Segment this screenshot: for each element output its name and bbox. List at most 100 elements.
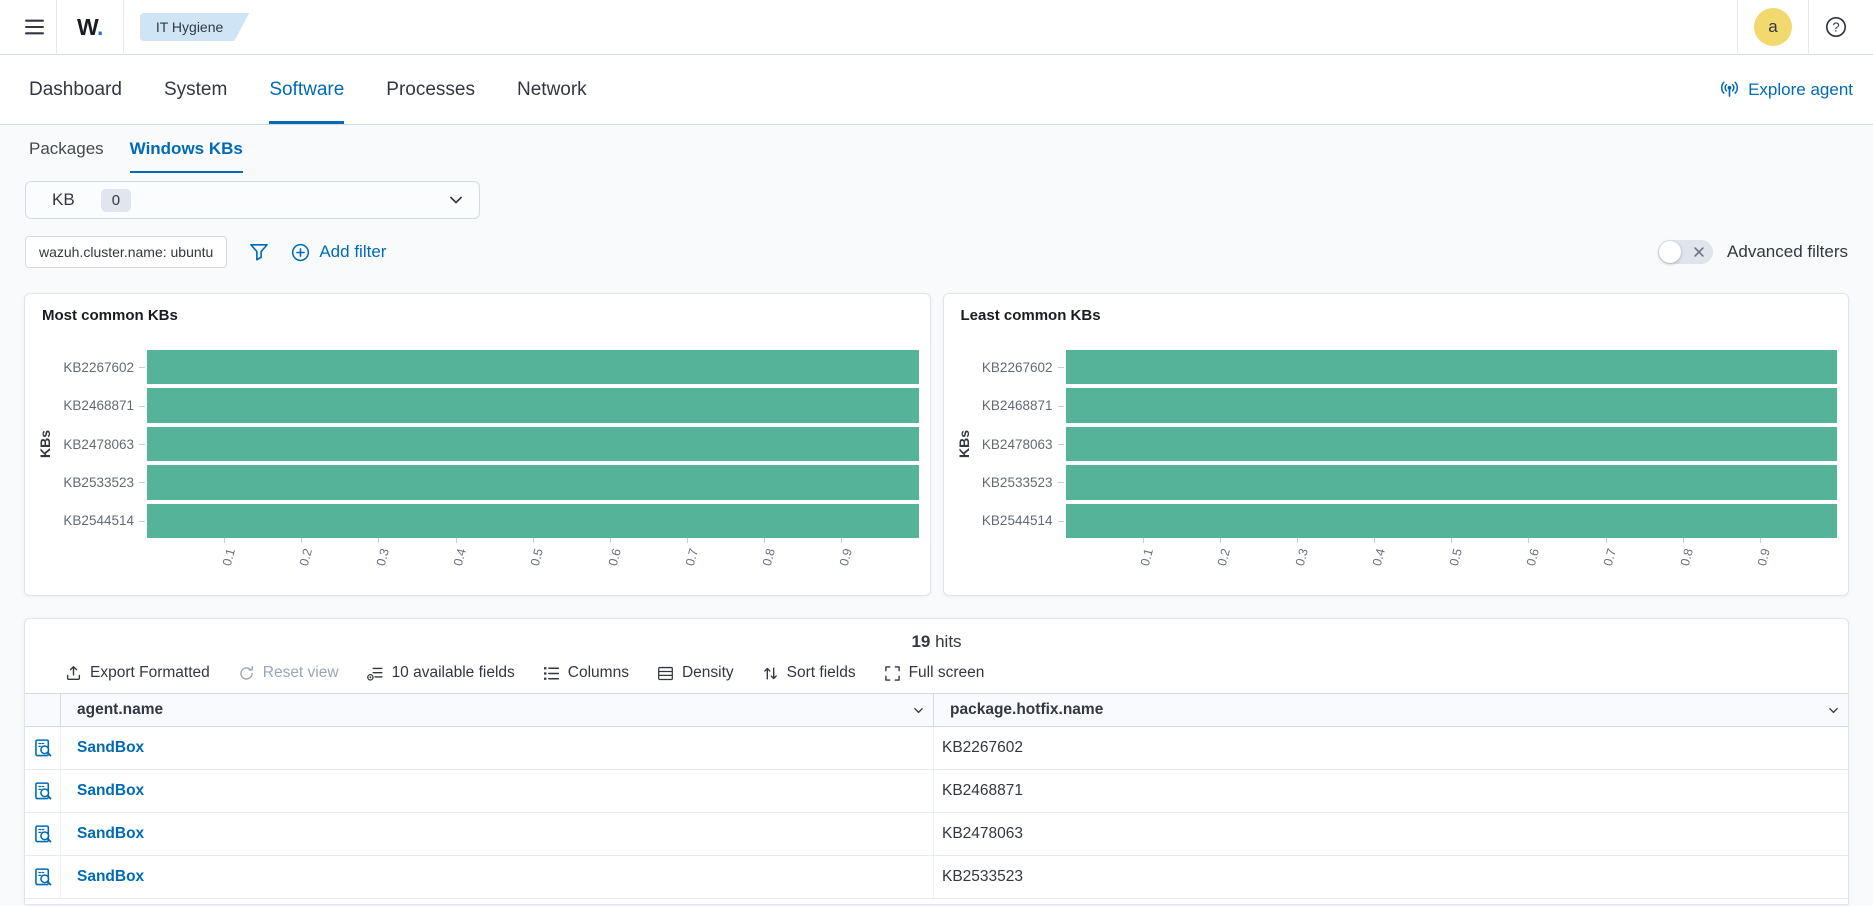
table-header-lead-cell bbox=[25, 694, 61, 726]
bar[interactable] bbox=[1066, 427, 1838, 461]
charts-row: Most common KBsKBsKB2267602KB2468871KB24… bbox=[24, 293, 1849, 596]
toggle-off-x-icon bbox=[1694, 247, 1704, 257]
axis-tick bbox=[1058, 482, 1064, 483]
bar[interactable] bbox=[147, 427, 919, 461]
inspect-document-button[interactable] bbox=[32, 738, 53, 759]
agent-name-link[interactable]: SandBox bbox=[77, 825, 144, 843]
kb-select-dropdown[interactable]: KB 0 bbox=[25, 181, 480, 219]
bar[interactable] bbox=[1066, 350, 1838, 384]
tab-network[interactable]: Network bbox=[517, 55, 587, 124]
axis-tick bbox=[1606, 538, 1607, 543]
toolbar-sort-fields-button[interactable]: Sort fields bbox=[762, 664, 856, 682]
tick-label: 0.9 bbox=[1755, 547, 1773, 567]
columns-icon bbox=[543, 665, 560, 682]
bar[interactable] bbox=[147, 465, 919, 499]
agent-name-link[interactable]: SandBox bbox=[77, 868, 144, 886]
advanced-filters-toggle[interactable] bbox=[1658, 240, 1713, 264]
density-icon bbox=[657, 665, 674, 682]
toolbar-label: Columns bbox=[568, 664, 629, 682]
toolbar-label: Full screen bbox=[909, 664, 985, 682]
hits-count: 19 hits bbox=[25, 619, 1848, 655]
top-header: W. IT Hygiene a ? bbox=[0, 0, 1873, 55]
subtab-windows-kbs[interactable]: Windows KBs bbox=[130, 125, 243, 173]
tick-label: 0.1 bbox=[220, 547, 238, 567]
toolbar-export-formatted-button[interactable]: Export Formatted bbox=[65, 664, 210, 682]
toolbar-columns-button[interactable]: Columns bbox=[543, 664, 629, 682]
toolbar-10-available-fields-button[interactable]: 10 available fields bbox=[367, 664, 515, 682]
chart-panel-most-common-kbs: Most common KBsKBsKB2267602KB2468871KB24… bbox=[24, 293, 931, 596]
inspect-document-button[interactable] bbox=[32, 824, 53, 845]
bar[interactable] bbox=[147, 388, 919, 422]
help-button[interactable]: ? bbox=[1825, 16, 1847, 38]
explore-agent-label: Explore agent bbox=[1748, 80, 1853, 100]
filter-pill[interactable]: wazuh.cluster.name: ubuntu bbox=[25, 236, 227, 268]
toolbar-density-button[interactable]: Density bbox=[657, 664, 734, 682]
tab-system[interactable]: System bbox=[164, 55, 227, 124]
row-lead-cell bbox=[25, 770, 61, 812]
inspect-document-button[interactable] bbox=[32, 867, 53, 888]
axis-tick bbox=[139, 367, 145, 368]
bar[interactable] bbox=[1066, 388, 1838, 422]
agent-name-link[interactable]: SandBox bbox=[77, 739, 144, 757]
bar[interactable] bbox=[147, 504, 919, 538]
category-label: KB2544514 bbox=[25, 504, 147, 538]
tick-label: 0.7 bbox=[1601, 547, 1619, 567]
tab-dashboard[interactable]: Dashboard bbox=[29, 55, 122, 124]
subtab-packages[interactable]: Packages bbox=[29, 125, 104, 173]
toolbar-label: 10 available fields bbox=[392, 664, 515, 682]
inspect-icon bbox=[32, 781, 53, 802]
chevron-down-icon[interactable] bbox=[912, 704, 925, 717]
tab-software[interactable]: Software bbox=[269, 55, 344, 124]
wazuh-logo[interactable]: W. bbox=[57, 14, 123, 41]
bar[interactable] bbox=[147, 350, 919, 384]
axis-tick bbox=[1220, 538, 1221, 543]
chevron-down-icon[interactable] bbox=[1827, 704, 1840, 717]
tab-processes[interactable]: Processes bbox=[386, 55, 475, 124]
tick-label: 0.5 bbox=[528, 547, 546, 567]
inspect-icon bbox=[32, 738, 53, 759]
axis-tick bbox=[139, 521, 145, 522]
filter-options-button[interactable] bbox=[249, 242, 269, 262]
bar[interactable] bbox=[1066, 465, 1838, 499]
breadcrumb[interactable]: IT Hygiene bbox=[140, 13, 249, 41]
axis-tick bbox=[841, 538, 842, 543]
column-header-agent-name[interactable]: agent.name bbox=[61, 694, 934, 726]
avatar[interactable]: a bbox=[1754, 8, 1792, 46]
axis-tick bbox=[1528, 538, 1529, 543]
inspect-icon bbox=[32, 867, 53, 888]
tick-label: 0.2 bbox=[297, 547, 315, 567]
available-fields-icon bbox=[367, 665, 384, 682]
bar[interactable] bbox=[1066, 504, 1838, 538]
axis-tick bbox=[378, 538, 379, 543]
toolbar-label: Reset view bbox=[263, 664, 339, 682]
column-header-label: agent.name bbox=[77, 701, 912, 719]
kb-select-label: KB bbox=[52, 190, 75, 210]
menu-hamburger-button[interactable] bbox=[12, 0, 56, 55]
inspect-icon bbox=[32, 824, 53, 845]
toolbar-label: Density bbox=[682, 664, 734, 682]
agent-name-link[interactable]: SandBox bbox=[77, 782, 144, 800]
hotfix-name-cell: KB2478063 bbox=[934, 813, 1848, 855]
explore-agent-button[interactable]: Explore agent bbox=[1720, 55, 1853, 124]
category-label: KB2468871 bbox=[25, 388, 147, 422]
add-filter-button[interactable]: Add filter bbox=[291, 242, 386, 262]
results-panel: 19 hits Export Formatted Reset view 10 ava… bbox=[24, 618, 1849, 905]
hits-number: 19 bbox=[911, 632, 930, 651]
hotfix-name-cell: KB2533523 bbox=[934, 856, 1848, 898]
hits-label: hits bbox=[935, 632, 961, 651]
sub-tabs: Packages Windows KBs bbox=[0, 125, 1873, 173]
toolbar-full-screen-button[interactable]: Full screen bbox=[884, 664, 985, 682]
category-label: KB2478063 bbox=[944, 427, 1066, 461]
axis-tick bbox=[224, 538, 225, 543]
filter-bar: wazuh.cluster.name: ubuntu Add filter Ad… bbox=[25, 235, 1848, 269]
inspect-document-button[interactable] bbox=[32, 781, 53, 802]
advanced-filters-label: Advanced filters bbox=[1727, 242, 1848, 262]
x-axis-tick-labels: 0.10.20.30.40.50.60.70.80.9 bbox=[147, 547, 919, 592]
axis-tick bbox=[533, 538, 534, 543]
axis-tick bbox=[1297, 538, 1298, 543]
column-header-package-hotfix-name[interactable]: package.hotfix.name bbox=[934, 694, 1848, 726]
hamburger-icon bbox=[25, 19, 44, 35]
row-lead-cell bbox=[25, 856, 61, 898]
agent-name-cell: SandBox bbox=[61, 770, 934, 812]
row-lead-cell bbox=[25, 813, 61, 855]
